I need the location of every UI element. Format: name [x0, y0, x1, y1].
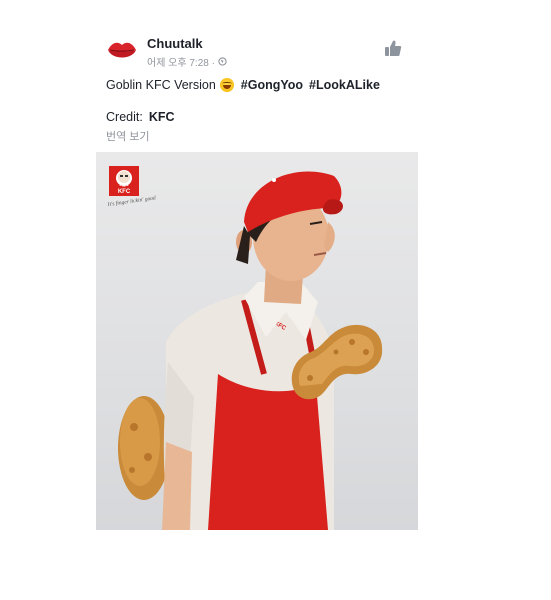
post-credit: Credit: KFC — [106, 110, 175, 124]
post-author[interactable]: Chuutalk — [147, 36, 203, 51]
post-text-prefix: Goblin KFC Version — [106, 78, 216, 92]
post-timestamp[interactable]: 어제 오후 7:28 · — [147, 54, 215, 69]
post-meta: 어제 오후 7:28 · — [147, 54, 227, 69]
post-photo[interactable]: KFC It's finger lickin' good KFC — [96, 152, 418, 530]
laughing-emoji-icon — [219, 78, 234, 92]
credit-value: KFC — [148, 110, 175, 124]
kfc-ad-illustration: KFC It's finger lickin' good KFC — [106, 166, 383, 530]
post-header: Chuutalk 어제 오후 7:28 · — [96, 28, 418, 72]
credit-label: Credit: — [106, 110, 143, 124]
hashtag-gongyoo[interactable]: #GongYoo — [241, 78, 303, 92]
see-translation-link[interactable]: 번역 보기 — [106, 128, 150, 144]
fried-chicken-back — [118, 396, 170, 500]
slogan-text: It's finger lickin' good — [106, 194, 156, 208]
globe-icon — [218, 57, 227, 66]
kfc-logo-text: KFC — [118, 189, 131, 195]
facebook-post: Chuutalk 어제 오후 7:28 · Goblin KFC Version… — [96, 28, 418, 530]
thumbs-up-icon[interactable] — [384, 39, 402, 57]
post-text: Goblin KFC Version #GongYoo #LookALike — [106, 78, 380, 92]
hashtag-lookalike[interactable]: #LookALike — [309, 78, 380, 92]
lips-avatar-icon[interactable] — [106, 36, 138, 64]
